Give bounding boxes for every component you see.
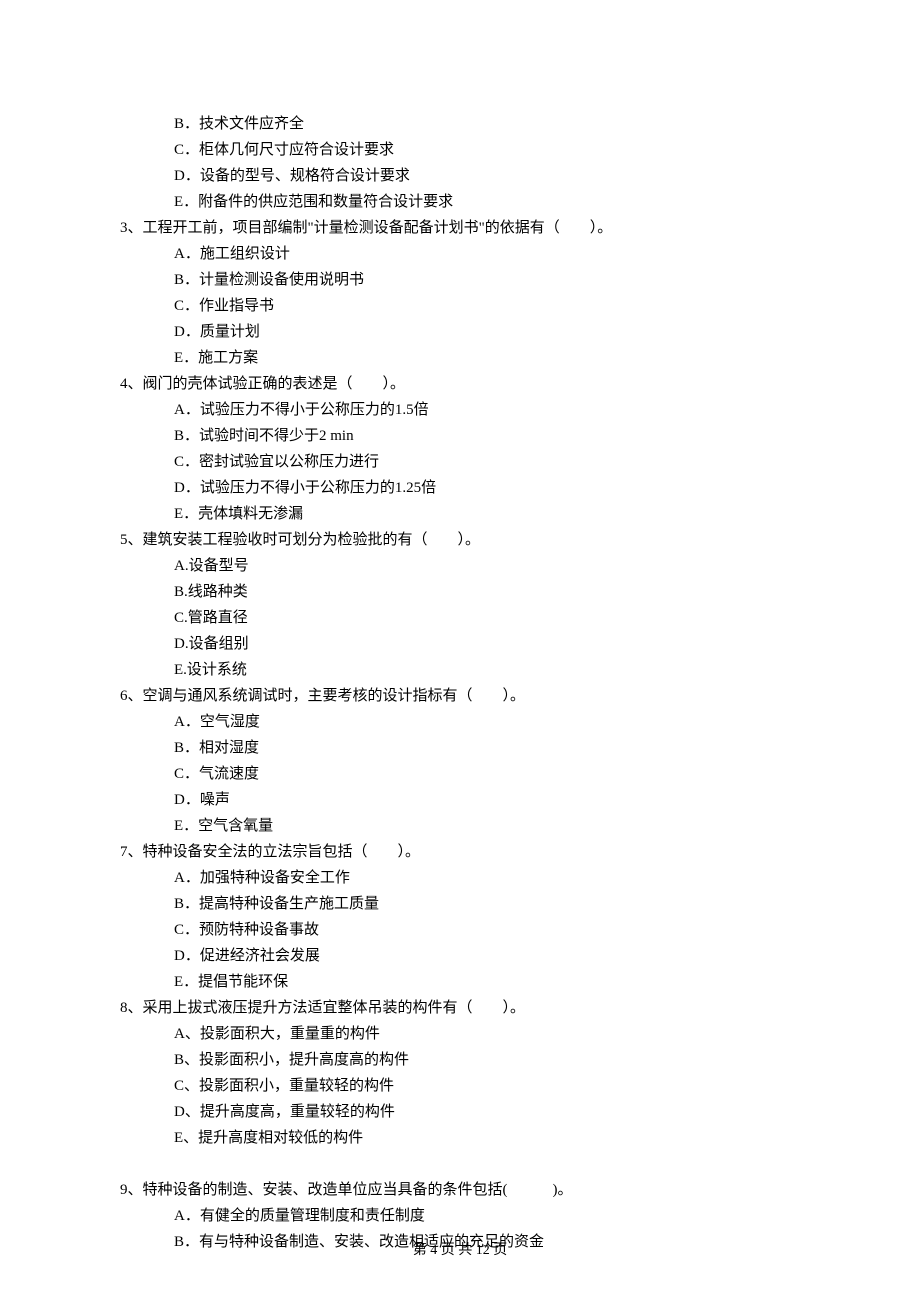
option-text: E．施工方案 — [120, 346, 810, 370]
option-text: D．试验压力不得小于公称压力的1.25倍 — [120, 476, 810, 500]
option-text: D．噪声 — [120, 788, 810, 812]
option-text: C．气流速度 — [120, 762, 810, 786]
question-stem: 5、建筑安装工程验收时可划分为检验批的有（ ）。 — [120, 528, 810, 552]
option-text: A．试验压力不得小于公称压力的1.5倍 — [120, 398, 810, 422]
option-text: C．密封试验宜以公称压力进行 — [120, 450, 810, 474]
document-page: B．技术文件应齐全 C．柜体几何尺寸应符合设计要求 D．设备的型号、规格符合设计… — [0, 0, 920, 1302]
option-text: A.设备型号 — [120, 554, 810, 578]
option-text: D．质量计划 — [120, 320, 810, 344]
option-text: C．作业指导书 — [120, 294, 810, 318]
option-text: A．空气湿度 — [120, 710, 810, 734]
question-stem: 8、采用上拔式液压提升方法适宜整体吊装的构件有（ ）。 — [120, 996, 810, 1020]
option-text: A、投影面积大，重量重的构件 — [120, 1022, 810, 1046]
blank-line — [120, 1152, 810, 1176]
page-footer: 第 4 页 共 12 页 — [0, 1240, 920, 1262]
option-text: D、提升高度高，重量较轻的构件 — [120, 1100, 810, 1124]
option-text: D．促进经济社会发展 — [120, 944, 810, 968]
option-text: B、投影面积小，提升高度高的构件 — [120, 1048, 810, 1072]
option-text: B．试验时间不得少于2 min — [120, 424, 810, 448]
question-stem: 3、工程开工前，项目部编制"计量检测设备配备计划书"的依据有（ ）。 — [120, 216, 810, 240]
option-text: E．空气含氧量 — [120, 814, 810, 838]
option-text: B．计量检测设备使用说明书 — [120, 268, 810, 292]
option-text: E．附备件的供应范围和数量符合设计要求 — [120, 190, 810, 214]
option-text: E.设计系统 — [120, 658, 810, 682]
option-text: C.管路直径 — [120, 606, 810, 630]
option-text: C．预防特种设备事故 — [120, 918, 810, 942]
option-text: E、提升高度相对较低的构件 — [120, 1126, 810, 1150]
option-text: E．壳体填料无渗漏 — [120, 502, 810, 526]
option-text: B．提高特种设备生产施工质量 — [120, 892, 810, 916]
option-text: A．有健全的质量管理制度和责任制度 — [120, 1204, 810, 1228]
option-text: C、投影面积小，重量较轻的构件 — [120, 1074, 810, 1098]
option-text: B．相对湿度 — [120, 736, 810, 760]
option-text: D．设备的型号、规格符合设计要求 — [120, 164, 810, 188]
option-text: A．施工组织设计 — [120, 242, 810, 266]
question-stem: 7、特种设备安全法的立法宗旨包括（ ）。 — [120, 840, 810, 864]
option-text: B.线路种类 — [120, 580, 810, 604]
question-stem: 6、空调与通风系统调试时，主要考核的设计指标有（ ）。 — [120, 684, 810, 708]
option-text: E．提倡节能环保 — [120, 970, 810, 994]
option-text: B．技术文件应齐全 — [120, 112, 810, 136]
question-stem: 9、特种设备的制造、安装、改造单位应当具备的条件包括( )。 — [120, 1178, 810, 1202]
option-text: D.设备组别 — [120, 632, 810, 656]
option-text: C．柜体几何尺寸应符合设计要求 — [120, 138, 810, 162]
option-text: A．加强特种设备安全工作 — [120, 866, 810, 890]
question-stem: 4、阀门的壳体试验正确的表述是（ ）。 — [120, 372, 810, 396]
